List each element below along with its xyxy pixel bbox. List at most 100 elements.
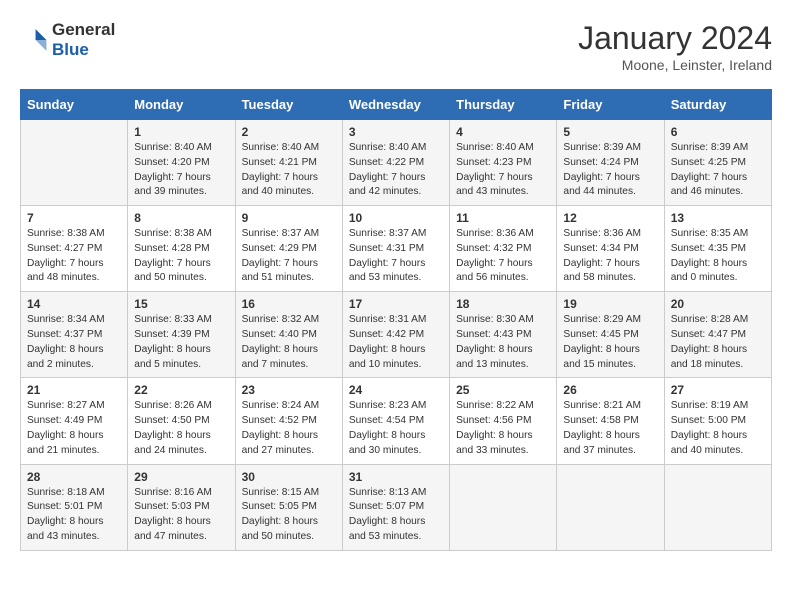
calendar-cell: 13Sunrise: 8:35 AMSunset: 4:35 PMDayligh… <box>664 206 771 292</box>
col-header-tuesday: Tuesday <box>235 90 342 120</box>
calendar-cell: 22Sunrise: 8:26 AMSunset: 4:50 PMDayligh… <box>128 378 235 464</box>
cell-content: Sunrise: 8:38 AMSunset: 4:28 PMDaylight:… <box>134 227 228 286</box>
cell-content: Sunrise: 8:15 AMSunset: 5:05 PMDaylight:… <box>242 486 336 545</box>
cell-content: Sunrise: 8:28 AMSunset: 4:47 PMDaylight:… <box>671 313 765 372</box>
cell-content: Sunrise: 8:36 AMSunset: 4:32 PMDaylight:… <box>456 227 550 286</box>
logo: General Blue <box>20 20 115 60</box>
calendar-cell: 2 Sunrise: 8:40 AMSunset: 4:21 PMDaylight… <box>235 120 342 206</box>
cell-content: Sunrise: 8:30 AMSunset: 4:43 PMDaylight:… <box>456 313 550 372</box>
cell-content: Sunrise: 8:36 AMSunset: 4:34 PMDaylight:… <box>563 227 657 286</box>
week-row-4: 21 Sunrise: 8:27 AMSunset: 4:49 PMDayligh… <box>21 378 772 464</box>
calendar-cell: 5 Sunrise: 8:39 AMSunset: 4:24 PMDaylight… <box>557 120 664 206</box>
day-number: 27 <box>671 383 765 397</box>
calendar-cell <box>557 464 664 550</box>
week-row-2: 7Sunrise: 8:38 AMSunset: 4:27 PMDaylight… <box>21 206 772 292</box>
day-number: 4 <box>456 125 550 139</box>
cell-content: Sunrise: 8:13 AMSunset: 5:07 PMDaylight:… <box>349 486 443 545</box>
day-number: 9 <box>242 211 336 225</box>
calendar-cell: 26 Sunrise: 8:21 AMSunset: 4:58 PMDayligh… <box>557 378 664 464</box>
cell-content: Sunrise: 8:27 AMSunset: 4:49 PMDaylight:… <box>27 399 121 458</box>
day-number: 28 <box>27 470 121 484</box>
calendar-cell: 19 Sunrise: 8:29 AMSunset: 4:45 PMDayligh… <box>557 292 664 378</box>
cell-content: Sunrise: 8:31 AMSunset: 4:42 PMDaylight:… <box>349 313 443 372</box>
calendar-cell: 17 Sunrise: 8:31 AMSunset: 4:42 PMDayligh… <box>342 292 449 378</box>
day-number: 24 <box>349 383 443 397</box>
week-row-1: 1Sunrise: 8:40 AMSunset: 4:20 PMDaylight… <box>21 120 772 206</box>
cell-content: Sunrise: 8:22 AMSunset: 4:56 PMDaylight:… <box>456 399 550 458</box>
cell-content: Sunrise: 8:34 AMSunset: 4:37 PMDaylight:… <box>27 313 121 372</box>
calendar-cell: 11 Sunrise: 8:36 AMSunset: 4:32 PMDayligh… <box>450 206 557 292</box>
col-header-sunday: Sunday <box>21 90 128 120</box>
calendar-cell: 23 Sunrise: 8:24 AMSunset: 4:52 PMDayligh… <box>235 378 342 464</box>
calendar-cell: 12 Sunrise: 8:36 AMSunset: 4:34 PMDayligh… <box>557 206 664 292</box>
col-header-wednesday: Wednesday <box>342 90 449 120</box>
logo-text: General Blue <box>52 20 115 60</box>
day-number: 25 <box>456 383 550 397</box>
cell-content: Sunrise: 8:24 AMSunset: 4:52 PMDaylight:… <box>242 399 336 458</box>
calendar-cell: 18 Sunrise: 8:30 AMSunset: 4:43 PMDayligh… <box>450 292 557 378</box>
logo-general: General <box>52 20 115 39</box>
cell-content: Sunrise: 8:18 AMSunset: 5:01 PMDaylight:… <box>27 486 121 545</box>
day-number: 31 <box>349 470 443 484</box>
cell-content: Sunrise: 8:40 AMSunset: 4:22 PMDaylight:… <box>349 141 443 200</box>
calendar-cell: 24 Sunrise: 8:23 AMSunset: 4:54 PMDayligh… <box>342 378 449 464</box>
cell-content: Sunrise: 8:38 AMSunset: 4:27 PMDaylight:… <box>27 227 121 286</box>
cell-content: Sunrise: 8:33 AMSunset: 4:39 PMDaylight:… <box>134 313 228 372</box>
day-number: 21 <box>27 383 121 397</box>
calendar-cell <box>450 464 557 550</box>
day-number: 19 <box>563 297 657 311</box>
calendar-cell: 29 Sunrise: 8:16 AMSunset: 5:03 PMDayligh… <box>128 464 235 550</box>
col-header-monday: Monday <box>128 90 235 120</box>
location: Moone, Leinster, Ireland <box>578 57 772 73</box>
cell-content: Sunrise: 8:16 AMSunset: 5:03 PMDaylight:… <box>134 486 228 545</box>
day-number: 3 <box>349 125 443 139</box>
calendar-cell: 15 Sunrise: 8:33 AMSunset: 4:39 PMDayligh… <box>128 292 235 378</box>
header-row: SundayMondayTuesdayWednesdayThursdayFrid… <box>21 90 772 120</box>
day-number: 23 <box>242 383 336 397</box>
calendar-cell: 16Sunrise: 8:32 AMSunset: 4:40 PMDayligh… <box>235 292 342 378</box>
day-number: 14 <box>27 297 121 311</box>
calendar-cell: 4 Sunrise: 8:40 AMSunset: 4:23 PMDaylight… <box>450 120 557 206</box>
cell-content: Sunrise: 8:40 AMSunset: 4:21 PMDaylight:… <box>242 141 336 200</box>
calendar-cell: 31 Sunrise: 8:13 AMSunset: 5:07 PMDayligh… <box>342 464 449 550</box>
calendar-cell: 9 Sunrise: 8:37 AMSunset: 4:29 PMDaylight… <box>235 206 342 292</box>
title-block: January 2024 Moone, Leinster, Ireland <box>578 20 772 73</box>
week-row-3: 14 Sunrise: 8:34 AMSunset: 4:37 PMDayligh… <box>21 292 772 378</box>
day-number: 30 <box>242 470 336 484</box>
calendar-cell: 27Sunrise: 8:19 AMSunset: 5:00 PMDayligh… <box>664 378 771 464</box>
calendar-cell: 7Sunrise: 8:38 AMSunset: 4:27 PMDaylight… <box>21 206 128 292</box>
cell-content: Sunrise: 8:39 AMSunset: 4:24 PMDaylight:… <box>563 141 657 200</box>
cell-content: Sunrise: 8:39 AMSunset: 4:25 PMDaylight:… <box>671 141 765 200</box>
day-number: 18 <box>456 297 550 311</box>
month-year: January 2024 <box>578 20 772 57</box>
day-number: 20 <box>671 297 765 311</box>
cell-content: Sunrise: 8:23 AMSunset: 4:54 PMDaylight:… <box>349 399 443 458</box>
cell-content: Sunrise: 8:40 AMSunset: 4:23 PMDaylight:… <box>456 141 550 200</box>
calendar-cell <box>21 120 128 206</box>
logo-blue: Blue <box>52 40 89 59</box>
day-number: 8 <box>134 211 228 225</box>
calendar-cell: 3 Sunrise: 8:40 AMSunset: 4:22 PMDaylight… <box>342 120 449 206</box>
day-number: 17 <box>349 297 443 311</box>
day-number: 11 <box>456 211 550 225</box>
calendar-cell: 14 Sunrise: 8:34 AMSunset: 4:37 PMDayligh… <box>21 292 128 378</box>
cell-content: Sunrise: 8:21 AMSunset: 4:58 PMDaylight:… <box>563 399 657 458</box>
cell-content: Sunrise: 8:29 AMSunset: 4:45 PMDaylight:… <box>563 313 657 372</box>
logo-icon <box>20 26 48 54</box>
calendar-cell: 6 Sunrise: 8:39 AMSunset: 4:25 PMDaylight… <box>664 120 771 206</box>
calendar-cell: 25 Sunrise: 8:22 AMSunset: 4:56 PMDayligh… <box>450 378 557 464</box>
calendar-cell: 10Sunrise: 8:37 AMSunset: 4:31 PMDayligh… <box>342 206 449 292</box>
cell-content: Sunrise: 8:32 AMSunset: 4:40 PMDaylight:… <box>242 313 336 372</box>
day-number: 5 <box>563 125 657 139</box>
col-header-friday: Friday <box>557 90 664 120</box>
day-number: 1 <box>134 125 228 139</box>
calendar-cell: 20 Sunrise: 8:28 AMSunset: 4:47 PMDayligh… <box>664 292 771 378</box>
day-number: 22 <box>134 383 228 397</box>
day-number: 2 <box>242 125 336 139</box>
cell-content: Sunrise: 8:37 AMSunset: 4:29 PMDaylight:… <box>242 227 336 286</box>
day-number: 29 <box>134 470 228 484</box>
day-number: 6 <box>671 125 765 139</box>
day-number: 26 <box>563 383 657 397</box>
day-number: 15 <box>134 297 228 311</box>
day-number: 12 <box>563 211 657 225</box>
